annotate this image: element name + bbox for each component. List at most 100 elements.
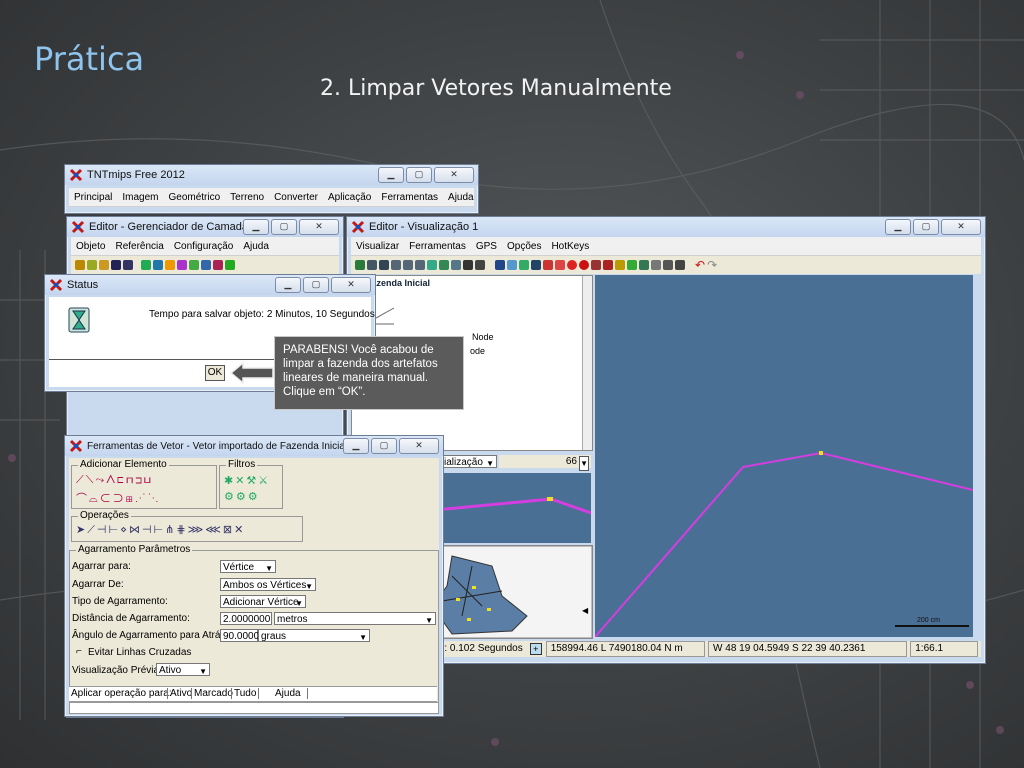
redo-icon[interactable]: ↷: [707, 258, 717, 272]
ok-button[interactable]: OK: [205, 365, 225, 381]
gps-icon[interactable]: [439, 260, 449, 270]
snap-type-select[interactable]: Adicionar Vértice ▼: [220, 595, 306, 608]
tree-icon[interactable]: [225, 260, 235, 270]
query-icon[interactable]: [531, 260, 541, 270]
operation-icons[interactable]: ➤⟋⊣⊢⋄⋈⊣⊢⋔⋕⋙⋘⊠✕: [76, 523, 245, 537]
camera-icon[interactable]: [475, 260, 485, 270]
close-button[interactable]: ✕: [299, 219, 339, 235]
preview-select[interactable]: Ativo ▼: [156, 663, 210, 676]
search-icon[interactable]: [591, 260, 601, 270]
copy-icon[interactable]: [663, 260, 673, 270]
menu-hotkeys[interactable]: HotKeys: [546, 241, 594, 252]
add-layer-icon[interactable]: [141, 260, 151, 270]
menu-principal[interactable]: Principal: [69, 192, 117, 203]
coordinate-mode-icon[interactable]: +: [529, 643, 542, 655]
scissors-icon[interactable]: [651, 260, 661, 270]
layers-icon[interactable]: [427, 260, 437, 270]
menu-opcoes[interactable]: Opções: [502, 241, 546, 252]
minimize-button[interactable]: ▁: [243, 219, 269, 235]
new-layer-icon[interactable]: [87, 260, 97, 270]
zoom-box-icon[interactable]: [367, 260, 377, 270]
zoom-out-icon[interactable]: [403, 260, 413, 270]
edit-tool-icon[interactable]: [519, 260, 529, 270]
close-button[interactable]: ✕: [434, 167, 474, 183]
layer-manager-titlebar[interactable]: Editor - Gerenciador de Camadas ▁ ▢ ✕: [67, 217, 343, 237]
apply-marked-button[interactable]: Marcado: [191, 688, 233, 699]
grid-icon[interactable]: [201, 260, 211, 270]
pan-icon[interactable]: [379, 260, 389, 270]
menu-objeto[interactable]: Objeto: [71, 241, 110, 252]
menu-imagem[interactable]: Imagem: [117, 192, 163, 203]
menu-ferramentas[interactable]: Ferramentas: [376, 192, 443, 203]
minimize-button[interactable]: ▁: [378, 167, 404, 183]
zoom-tool-icon[interactable]: [355, 260, 365, 270]
raster-icon[interactable]: [153, 260, 163, 270]
menu-visualizar[interactable]: Visualizar: [351, 241, 404, 252]
maximize-button[interactable]: ▢: [271, 219, 297, 235]
chart-icon[interactable]: [627, 260, 637, 270]
menu-referencia[interactable]: Referência: [110, 241, 168, 252]
add-element-icons[interactable]: ⟋⟍⤳⋀⊏⊓⊐⊔: [76, 474, 153, 487]
zoom-full-icon[interactable]: [415, 260, 425, 270]
snap-from-select[interactable]: Ambos os Vértices ▼: [220, 578, 316, 591]
menu-ajuda[interactable]: Ajuda: [238, 241, 274, 252]
vector-tools-titlebar[interactable]: Ferramentas de Vetor - Vetor importado d…: [65, 436, 443, 456]
image-icon[interactable]: [639, 260, 649, 270]
binoculars-icon[interactable]: [463, 260, 473, 270]
undo-icon[interactable]: ↶: [695, 258, 705, 272]
close-button[interactable]: ✕: [331, 277, 371, 293]
left-arrow-icon[interactable]: ◀: [582, 606, 588, 615]
minimize-button[interactable]: ▁: [343, 438, 369, 454]
paste-icon[interactable]: [675, 260, 685, 270]
pointer-icon[interactable]: [603, 260, 613, 270]
avoid-crossing-checkbox[interactable]: ⌐: [76, 646, 82, 657]
status-titlebar[interactable]: Status ▁ ▢ ✕: [45, 275, 375, 295]
zoom-in-icon[interactable]: [391, 260, 401, 270]
snap-angle-input[interactable]: 90.0000: [220, 629, 259, 642]
close-button[interactable]: ✕: [399, 438, 439, 454]
view-titlebar[interactable]: Editor - Visualização 1 ▁ ▢ ✕: [347, 217, 985, 237]
legend-scrollbar[interactable]: [582, 276, 592, 450]
filter-icons[interactable]: ✱✕⚒⚔: [224, 474, 270, 487]
menu-aplicacao[interactable]: Aplicação: [323, 192, 376, 203]
save-icon[interactable]: [111, 260, 121, 270]
select-icon[interactable]: [495, 260, 505, 270]
view-select[interactable]: ialização ▼: [441, 455, 497, 468]
stop-icon[interactable]: [579, 260, 589, 270]
maximize-button[interactable]: ▢: [303, 277, 329, 293]
minimize-button[interactable]: ▁: [885, 219, 911, 235]
menu-ferramentas[interactable]: Ferramentas: [404, 241, 471, 252]
menu-converter[interactable]: Converter: [269, 192, 323, 203]
menu-terreno[interactable]: Terreno: [225, 192, 269, 203]
link-icon[interactable]: [543, 260, 553, 270]
apply-active-button[interactable]: Ativo: [167, 688, 192, 699]
zoom-select[interactable]: 66 ▼: [499, 455, 591, 471]
color-icon[interactable]: [177, 260, 187, 270]
menu-ajuda[interactable]: Ajuda: [443, 192, 479, 203]
menu-configuracao[interactable]: Configuração: [169, 241, 238, 252]
maximize-button[interactable]: ▢: [371, 438, 397, 454]
table-icon[interactable]: [189, 260, 199, 270]
close-button[interactable]: ✕: [941, 219, 981, 235]
save-as-icon[interactable]: [123, 260, 133, 270]
avoid-crossing-label[interactable]: Evitar Linhas Cruzadas: [88, 647, 191, 658]
help-button[interactable]: Ajuda: [269, 688, 308, 699]
shape-icon[interactable]: [165, 260, 175, 270]
maximize-button[interactable]: ▢: [406, 167, 432, 183]
menu-gps[interactable]: GPS: [471, 241, 502, 252]
arrow-link-icon[interactable]: [555, 260, 565, 270]
db-icon[interactable]: [213, 260, 223, 270]
snap-to-select[interactable]: Vértice ▼: [220, 560, 276, 573]
snap-angle-unit[interactable]: graus ▼: [258, 629, 370, 642]
add-element-icons-row2[interactable]: ⌒⌓⊂⊃⊞⋰⋱: [76, 490, 161, 506]
main-map[interactable]: 200 cm: [594, 275, 974, 638]
maximize-button[interactable]: ▢: [913, 219, 939, 235]
apply-all-button[interactable]: Tudo: [231, 688, 260, 699]
minimize-button[interactable]: ▁: [275, 277, 301, 293]
snap-distance-unit[interactable]: metros ▼: [274, 612, 436, 625]
filter-icons-row2[interactable]: ⚙⚙⚙: [224, 490, 260, 503]
snap-distance-input[interactable]: 2.0000000: [220, 612, 272, 625]
measure-icon[interactable]: [451, 260, 461, 270]
pencil-icon[interactable]: [615, 260, 625, 270]
select-tool-icon[interactable]: [75, 260, 85, 270]
